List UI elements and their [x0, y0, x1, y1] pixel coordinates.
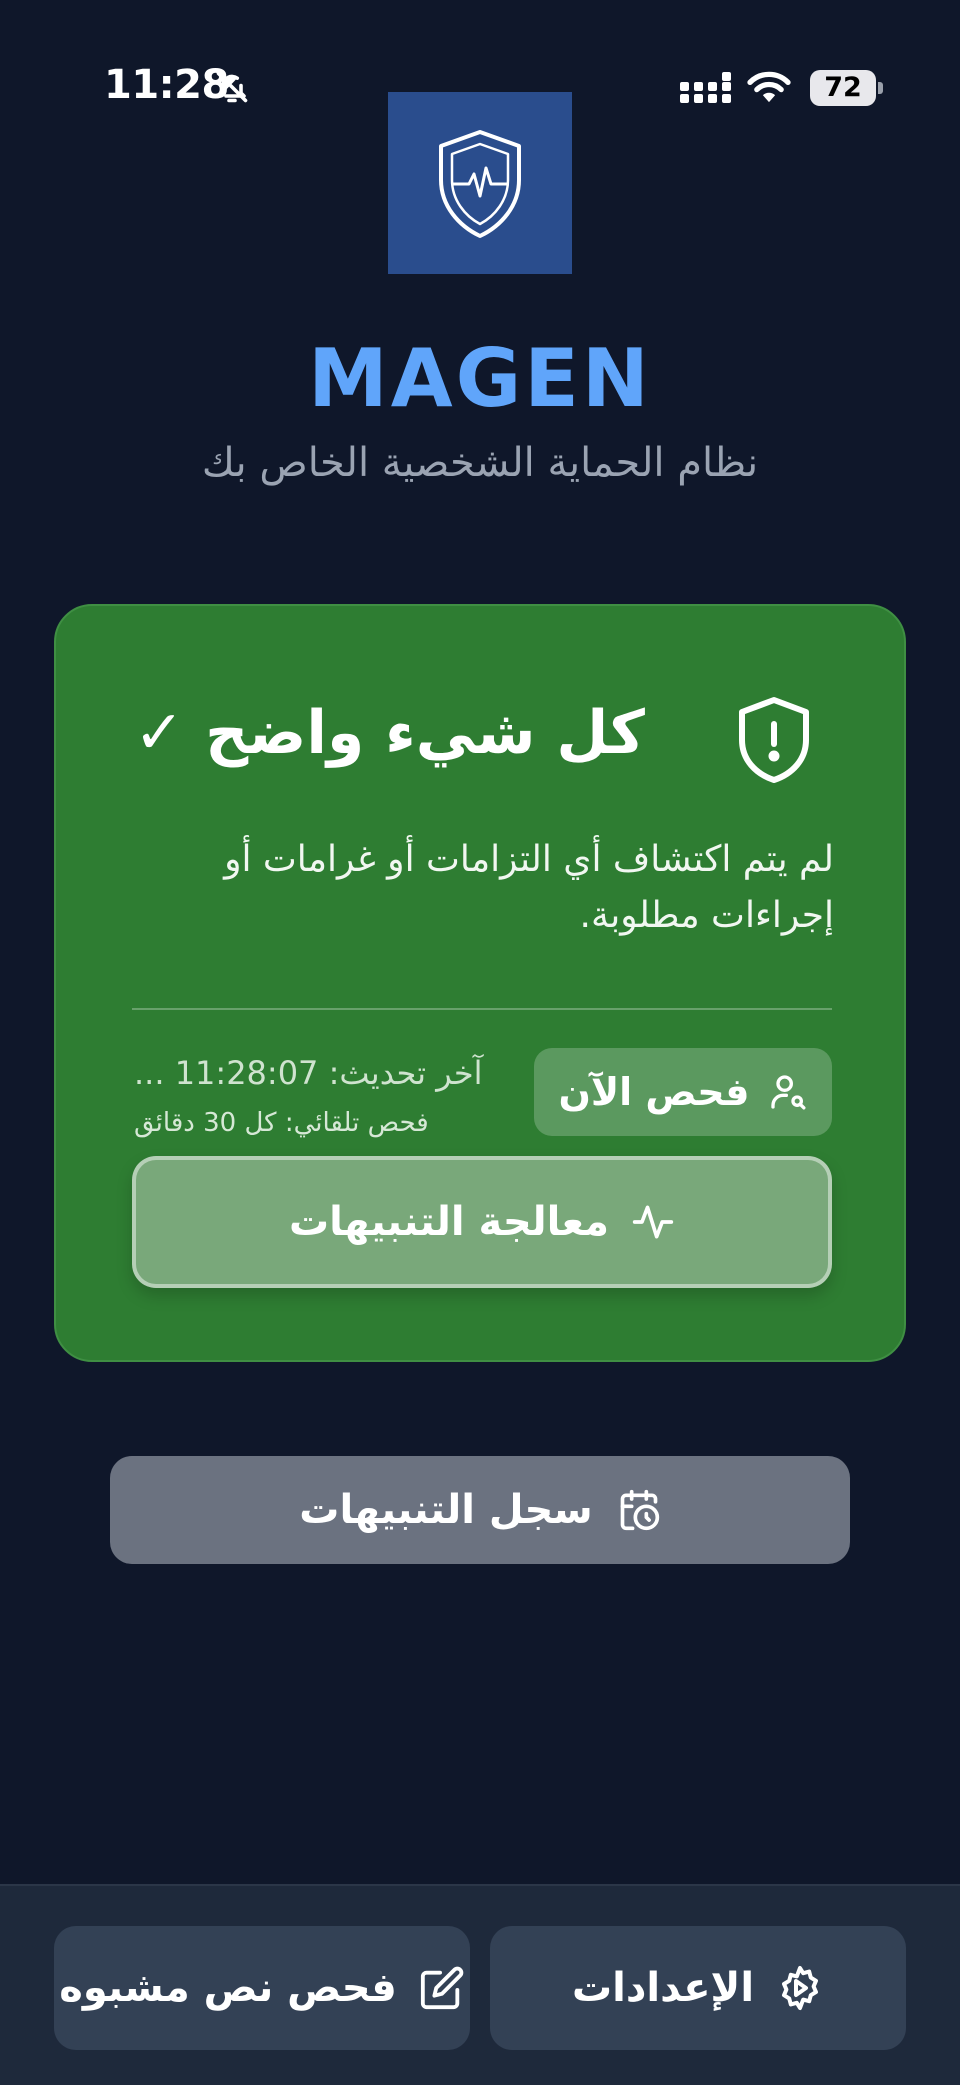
shield-exclamation-icon — [739, 697, 809, 783]
scan-now-button[interactable]: فحص الآن — [534, 1048, 832, 1136]
process-alerts-button[interactable]: معالجة التنبيهات — [132, 1156, 832, 1288]
gear-icon — [782, 1966, 819, 2010]
check-suspicious-text-label: فحص نص مشبوه — [59, 1965, 397, 2011]
card-divider — [132, 1008, 832, 1010]
status-description: لم يتم اكتشاف أي التزامات أو غرامات أو إ… — [224, 839, 834, 936]
alert-history-label: سجل التنبيهات — [299, 1487, 593, 1533]
process-alerts-label: معالجة التنبيهات — [288, 1199, 610, 1245]
bottom-nav: فحص نص مشبوه الإعدادات — [0, 1884, 960, 2085]
settings-label: الإعدادات — [571, 1965, 755, 2011]
edit-square-icon — [420, 1966, 464, 2010]
wifi-icon — [747, 71, 791, 103]
status-card: كل شيء واضح ✓ لم يتم اكتشاف أي التزامات … — [54, 604, 906, 1362]
check-suspicious-text-button[interactable]: فحص نص مشبوه — [54, 1926, 470, 2050]
activity-icon — [632, 1205, 674, 1239]
app-subtitle: نظام الحماية الشخصية الخاص بك — [201, 440, 759, 486]
calendar-clock-icon — [620, 1489, 659, 1531]
battery-level: 72 — [824, 72, 862, 103]
bell-slash-icon — [216, 71, 248, 103]
shield-heartbeat-icon — [439, 130, 521, 238]
last-update-text: آخر تحديث: 11:28:07 ... — [134, 1054, 483, 1092]
battery-icon: 72 — [810, 70, 883, 106]
scan-now-label: فحص الآن — [558, 1070, 750, 1114]
battery-tip — [878, 82, 883, 94]
cellular-signal-icon — [680, 72, 731, 103]
settings-button[interactable]: الإعدادات — [490, 1926, 906, 2050]
status-title: كل شيء واضح ✓ — [134, 698, 645, 768]
app-title: MAGEN — [308, 332, 652, 425]
auto-scan-text: فحص تلقائي: كل 30 دقائق — [134, 1108, 429, 1138]
status-time: 11:28 — [104, 62, 229, 108]
app-screen: 11:28 72 MAGEN نظام الحماية الشخصية الخا… — [0, 0, 960, 2085]
app-logo — [388, 92, 572, 274]
alert-history-button[interactable]: سجل التنبيهات — [110, 1456, 850, 1564]
user-search-icon — [770, 1075, 806, 1110]
